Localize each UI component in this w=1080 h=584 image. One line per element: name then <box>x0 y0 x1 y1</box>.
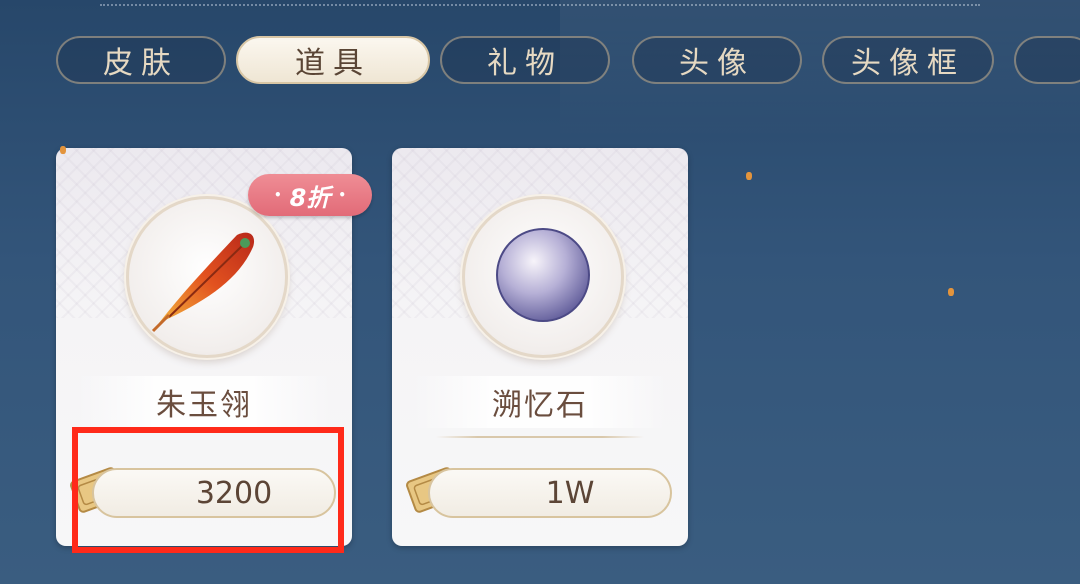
tab-gifts[interactable]: 礼物 <box>440 36 610 84</box>
item-name: 溯忆石 <box>412 376 668 428</box>
ember-particle <box>746 172 752 180</box>
name-divider <box>436 436 644 438</box>
tab-avatar-frame[interactable]: 头像框 <box>822 36 994 84</box>
price-button[interactable]: 1W <box>428 468 672 518</box>
discount-label: 8折 <box>289 183 331 212</box>
item-name: 朱玉翎 <box>76 376 332 428</box>
pearl-stone-icon <box>496 228 590 322</box>
shop-item-card[interactable]: 溯忆石 1W <box>392 148 688 546</box>
tab-more[interactable] <box>1014 36 1080 84</box>
item-icon-frame <box>462 196 624 358</box>
red-feather-icon <box>151 232 255 333</box>
category-tabs: 皮肤 道具 礼物 头像 头像框 <box>0 0 1080 100</box>
tab-skin[interactable]: 皮肤 <box>56 36 226 84</box>
item-icon-frame <box>126 196 288 358</box>
ember-particle <box>948 288 954 296</box>
highlight-annotation <box>72 427 344 553</box>
tab-items[interactable]: 道具 <box>236 36 430 84</box>
tab-avatar[interactable]: 头像 <box>632 36 802 84</box>
ember-particle <box>60 146 66 154</box>
discount-badge: • 8折 • <box>248 174 372 216</box>
price-value: 1W <box>545 475 595 511</box>
